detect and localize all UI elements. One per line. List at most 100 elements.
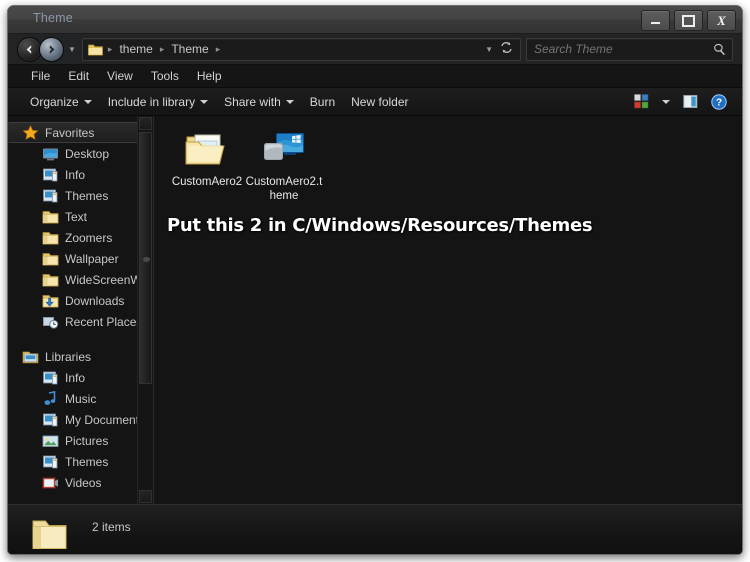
sidebar-item-music[interactable]: Music [8,388,153,409]
breadcrumb-separator: ▸ [159,43,165,54]
sidebar-section-label: Libraries [45,349,92,364]
desktop-icon [43,148,58,160]
libraries-icon [22,351,39,363]
maximize-icon [682,14,695,27]
preview-pane-button[interactable] [678,91,703,112]
status-folder-icon [32,520,67,549]
scrollbar-grip [143,257,150,262]
sidebar-section-libraries[interactable]: Libraries [8,346,153,367]
close-button[interactable]: X [707,10,736,31]
sidebar-item-widescreenwal[interactable]: WideScreenWal [8,269,153,290]
search-input[interactable] [527,41,713,57]
sidebar-item-wallpaper[interactable]: Wallpaper [8,248,153,269]
sidebar-item-label: My Documents [65,412,146,427]
magnifier-icon [714,43,725,55]
new-folder-button[interactable]: New folder [343,92,416,112]
folder-icon [42,273,59,286]
breadcrumb-separator: ▸ [215,43,221,54]
preview-pane-icon [683,95,698,108]
sidebar-item-my-documents[interactable]: My Documents [8,409,153,430]
explorer-body: Favorites Desktop Info Themes Text Zoomers Wal… [8,116,742,504]
folder-icon [42,252,59,265]
sidebar-item-label: Recent Places [65,314,143,329]
burn-label: Burn [309,94,336,109]
sidebar-item-pictures[interactable]: Pictures [8,430,153,451]
sidebar-section-label: Favorites [45,125,95,140]
status-item-count: 2 items [92,519,131,534]
navigation-scrollbar[interactable] [137,116,153,504]
menu-bar: File Edit View Tools Help [8,65,742,88]
sidebar-item-themes[interactable]: Themes [8,185,153,206]
file-name: CustomAero2.theme [245,176,323,202]
menu-item-tools[interactable]: Tools [142,67,188,85]
search-box[interactable] [526,37,733,61]
sidebar-item-zoomers[interactable]: Zoomers [8,227,153,248]
address-bar: ▼ ▸ theme ▸ Theme ▸ ▼ [8,34,742,65]
sidebar-item-recent-places[interactable]: Recent Places [8,311,153,332]
explorer-window: Theme X ▼ ▸ theme ▸ Theme ▸ ▼ Search The… [7,5,743,555]
sidebar-item-label: Themes [65,188,109,203]
file-name: CustomAero2 [171,176,243,188]
title-bar: Theme X [8,6,742,34]
file-item[interactable]: CustomAero2.theme [244,126,324,203]
organize-label: Organize [30,94,79,109]
minimize-button[interactable] [641,10,670,31]
view-options-dropdown[interactable] [657,97,675,107]
sidebar-item-label: Videos [65,475,102,490]
minimize-icon [651,22,660,24]
sidebar-item-label: Music [65,391,97,406]
scrollbar-up-button[interactable] [139,117,152,130]
organize-button[interactable]: Organize [22,92,100,112]
recent-pages-button[interactable]: ▼ [68,45,76,54]
file-list-pane[interactable]: CustomAero2 CustomAero2.theme Put this 2… [154,116,742,504]
scrollbar-thumb[interactable] [139,132,152,384]
pictures-icon [42,435,59,447]
sidebar-item-info[interactable]: Info [8,164,153,185]
close-icon: X [717,13,726,28]
sidebar-item-themes[interactable]: Themes [8,451,153,472]
breadcrumb-dropdown-icon[interactable]: ▼ [485,45,500,54]
overlay-note: Put this 2 in C/Windows/Resources/Themes [167,215,593,236]
window-title: Theme [33,11,73,25]
share-with-button[interactable]: Share with [216,92,302,112]
sidebar-item-videos[interactable]: Videos [8,472,153,493]
forward-button[interactable] [39,36,64,62]
menu-item-view[interactable]: View [98,67,142,85]
sidebar-item-label: Themes [65,454,109,469]
menu-item-edit[interactable]: Edit [59,67,98,85]
change-view-icon [634,94,649,109]
sidebar-item-label: Downloads [65,293,125,308]
burn-button[interactable]: Burn [302,92,343,112]
recent-places-icon [43,316,59,329]
folder-icon [42,231,59,244]
command-bar: Organize Include in library Share with B… [8,88,742,116]
maximize-button[interactable] [674,10,703,31]
change-view-button[interactable] [629,91,654,112]
file-item[interactable]: CustomAero2 [167,126,247,189]
videos-icon [42,477,58,488]
breadcrumb-item-0[interactable]: theme [117,42,154,56]
breadcrumb-item-1[interactable]: Theme [169,42,210,56]
include-in-library-button[interactable]: Include in library [100,92,216,112]
refresh-arrows-icon [501,42,512,53]
help-button[interactable]: ? [706,91,732,113]
folder-with-pictures-icon [167,126,247,172]
sidebar-section-favorites[interactable]: Favorites [8,122,145,143]
forward-arrow-icon [49,44,55,54]
refresh-icon[interactable] [500,41,520,57]
search-icon[interactable] [713,43,732,56]
chevron-down-icon [83,99,92,104]
sidebar-item-text[interactable]: Text [8,206,153,227]
breadcrumb-separator: ▸ [107,43,113,54]
menu-item-help[interactable]: Help [188,67,231,85]
menu-item-file[interactable]: File [22,67,59,85]
sidebar-item-label: Info [65,167,86,182]
sidebar-item-label: Wallpaper [65,251,119,266]
breadcrumb[interactable]: ▸ theme ▸ Theme ▸ ▼ [81,37,521,61]
sidebar-item-desktop[interactable]: Desktop [8,143,153,164]
sidebar-item-downloads[interactable]: Downloads [8,290,153,311]
downloads-icon [42,294,59,307]
scrollbar-down-button[interactable] [139,490,152,503]
back-arrow-icon [26,44,32,54]
sidebar-item-info[interactable]: Info [8,367,153,388]
